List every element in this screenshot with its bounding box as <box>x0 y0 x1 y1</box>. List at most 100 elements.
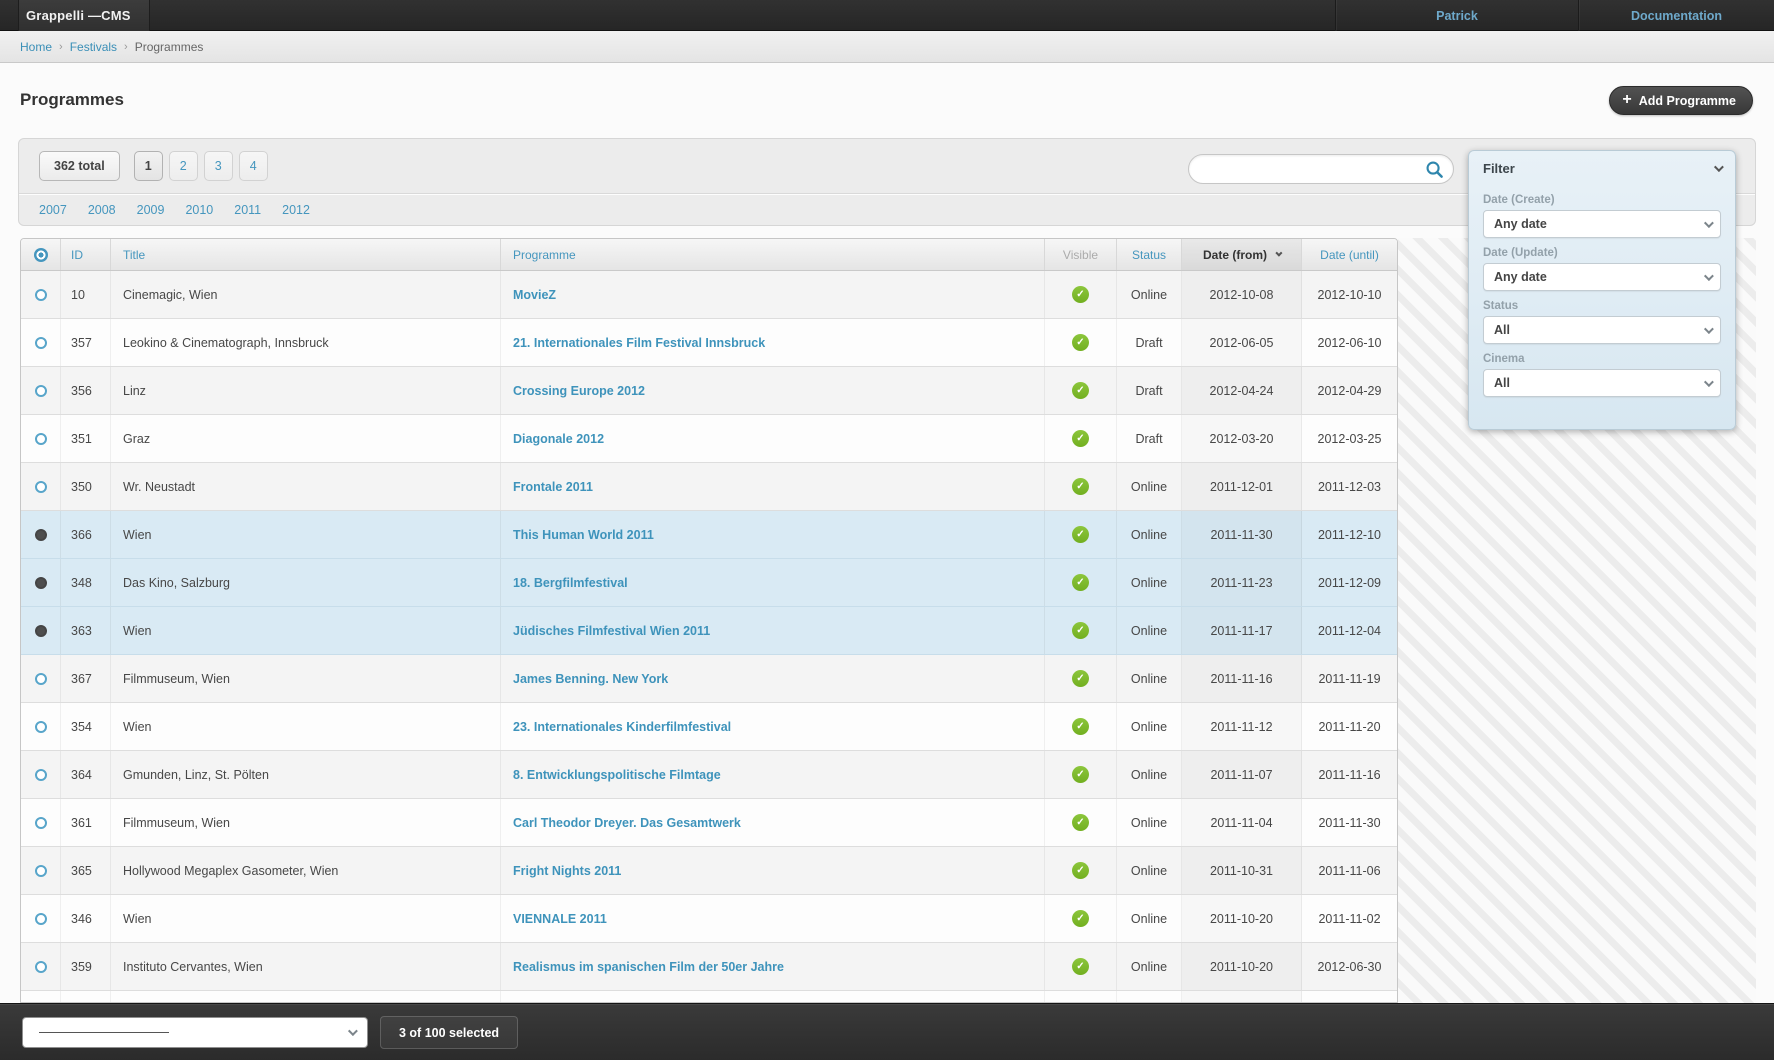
programme-link[interactable]: 8. Entwicklungspolitische Filmtage <box>513 768 721 782</box>
header-programme[interactable]: Programme <box>501 239 1045 270</box>
row-id: 348 <box>61 559 111 606</box>
programme-link[interactable]: This Human World 2011 <box>513 528 654 542</box>
page-button-1[interactable]: 1 <box>133 151 163 181</box>
date-update-select[interactable]: Any date <box>1483 263 1721 291</box>
cinema-select[interactable]: All <box>1483 369 1721 397</box>
table-row: 356 Linz Crossing Europe 2012 ✓ Draft 2012-04… <box>21 367 1397 415</box>
row-id: 346 <box>61 895 111 942</box>
programme-link[interactable]: Frontale 2011 <box>513 480 593 494</box>
radio-icon[interactable] <box>34 912 47 925</box>
programme-link[interactable]: 21. Internationales Film Festival Innsbr… <box>513 336 765 350</box>
row-status: Online <box>1117 511 1182 558</box>
year-link-2010[interactable]: 2010 <box>185 203 213 217</box>
user-menu[interactable]: Patrick <box>1335 0 1578 31</box>
row-title: Wien <box>111 703 501 750</box>
radio-icon[interactable] <box>34 336 47 349</box>
row-select-cell <box>21 895 61 942</box>
selection-count-badge: 3 of 100 selected <box>380 1016 519 1049</box>
filter-header[interactable]: Filter <box>1469 151 1735 185</box>
action-select[interactable] <box>22 1017 368 1048</box>
table-row: 361 Filmmuseum, Wien Carl Theodor Dreyer. … <box>21 799 1397 847</box>
programme-link[interactable]: Realismus im spanischen Film der 50er Ja… <box>513 960 784 974</box>
programme-link[interactable]: Diagonale 2012 <box>513 432 604 446</box>
breadcrumb-home[interactable]: Home <box>20 40 52 54</box>
select-all-radio-icon[interactable] <box>33 247 48 262</box>
page-button-3[interactable]: 3 <box>203 151 233 181</box>
radio-selected-icon[interactable] <box>34 576 47 589</box>
visible-check-icon: ✓ <box>1072 670 1089 687</box>
row-date-until: 2012-06-30 <box>1317 959 1382 974</box>
breadcrumb-festivals[interactable]: Festivals <box>70 40 117 54</box>
topbar: Grappelli —CMS Patrick Documentation <box>0 0 1774 31</box>
radio-icon[interactable] <box>34 288 47 301</box>
row-programme-cell: Carl Theodor Dreyer. Das Gesamtwerk <box>501 799 1045 846</box>
header-date-until[interactable]: Date (until) <box>1302 239 1397 270</box>
chevron-down-icon <box>1703 270 1714 281</box>
header-id[interactable]: ID <box>61 239 111 270</box>
programme-link[interactable]: Crossing Europe 2012 <box>513 384 645 398</box>
radio-icon[interactable] <box>34 720 47 733</box>
programme-link[interactable]: Jüdisches Filmfestival Wien 2011 <box>513 624 710 638</box>
programme-link[interactable]: VIENNALE 2011 <box>513 912 607 926</box>
page-button-2[interactable]: 2 <box>168 151 198 181</box>
row-title: Gmunden, Linz, St. Pölten <box>111 751 501 798</box>
visible-check-icon: ✓ <box>1072 958 1089 975</box>
programme-link[interactable]: Fright Nights 2011 <box>513 864 621 878</box>
row-cell-empty <box>111 991 501 1002</box>
visible-check-icon: ✓ <box>1072 526 1089 543</box>
year-link-2007[interactable]: 2007 <box>39 203 67 217</box>
radio-icon[interactable] <box>34 480 47 493</box>
visible-check-icon: ✓ <box>1072 862 1089 879</box>
year-link-2012[interactable]: 2012 <box>282 203 310 217</box>
empty-option-dash <box>39 1032 169 1033</box>
programme-link[interactable]: 18. Bergfilmfestival <box>513 576 628 590</box>
row-visible-cell: ✓ <box>1045 367 1117 414</box>
documentation-link[interactable]: Documentation <box>1578 0 1774 31</box>
header-title[interactable]: Title <box>111 239 501 270</box>
radio-selected-icon[interactable] <box>34 624 47 637</box>
row-visible-cell: ✓ <box>1045 943 1117 990</box>
programme-link[interactable]: James Benning. New York <box>513 672 668 686</box>
radio-icon[interactable] <box>34 768 47 781</box>
radio-icon[interactable] <box>34 864 47 877</box>
visible-check-icon: ✓ <box>1072 574 1089 591</box>
row-status: Online <box>1117 703 1182 750</box>
row-status: Online <box>1117 463 1182 510</box>
search-icon[interactable] <box>1425 160 1444 179</box>
row-date-until: 2011-12-10 <box>1317 527 1381 542</box>
documentation-label[interactable]: Documentation <box>1631 9 1722 23</box>
row-visible-cell: ✓ <box>1045 271 1117 318</box>
programme-link[interactable]: 23. Internationales Kinderfilmfestival <box>513 720 731 734</box>
row-date-until: 2011-11-02 <box>1318 911 1381 926</box>
row-status: Online <box>1117 847 1182 894</box>
year-link-2011[interactable]: 2011 <box>234 203 261 217</box>
total-count-button[interactable]: 362 total <box>39 151 120 181</box>
header-date-from-label: Date (from) <box>1202 247 1267 262</box>
programme-link[interactable]: MovieZ <box>513 288 556 302</box>
radio-icon[interactable] <box>34 816 47 829</box>
header-date-from[interactable]: Date (from) <box>1182 239 1302 270</box>
app-logo: Grappelli —CMS <box>18 0 150 31</box>
radio-icon[interactable] <box>34 960 47 973</box>
bottom-action-bar: 3 of 100 selected <box>0 1003 1774 1060</box>
user-menu-label[interactable]: Patrick <box>1436 9 1478 23</box>
year-link-2009[interactable]: 2009 <box>137 203 165 217</box>
radio-icon[interactable] <box>34 672 47 685</box>
date-create-select[interactable]: Any date <box>1483 210 1721 238</box>
radio-selected-icon[interactable] <box>34 528 47 541</box>
visible-check-icon: ✓ <box>1072 430 1089 447</box>
row-date-from: 2012-06-05 <box>1182 319 1302 366</box>
add-programme-button[interactable]: + Add Programme <box>1609 86 1753 115</box>
radio-icon[interactable] <box>34 384 47 397</box>
search-input[interactable] <box>1189 156 1425 182</box>
row-date-until: 2012-06-10 <box>1317 335 1382 350</box>
table-row: 367 Filmmuseum, Wien James Benning. New Yo… <box>21 655 1397 703</box>
status-select[interactable]: All <box>1483 316 1721 344</box>
breadcrumb-separator: › <box>124 40 128 53</box>
radio-icon[interactable] <box>34 432 47 445</box>
programme-link[interactable]: Carl Theodor Dreyer. Das Gesamtwerk <box>513 816 741 830</box>
year-link-2008[interactable]: 2008 <box>88 203 116 217</box>
row-visible-cell: ✓ <box>1045 799 1117 846</box>
page-button-4[interactable]: 4 <box>238 151 268 181</box>
header-status[interactable]: Status <box>1117 239 1182 270</box>
